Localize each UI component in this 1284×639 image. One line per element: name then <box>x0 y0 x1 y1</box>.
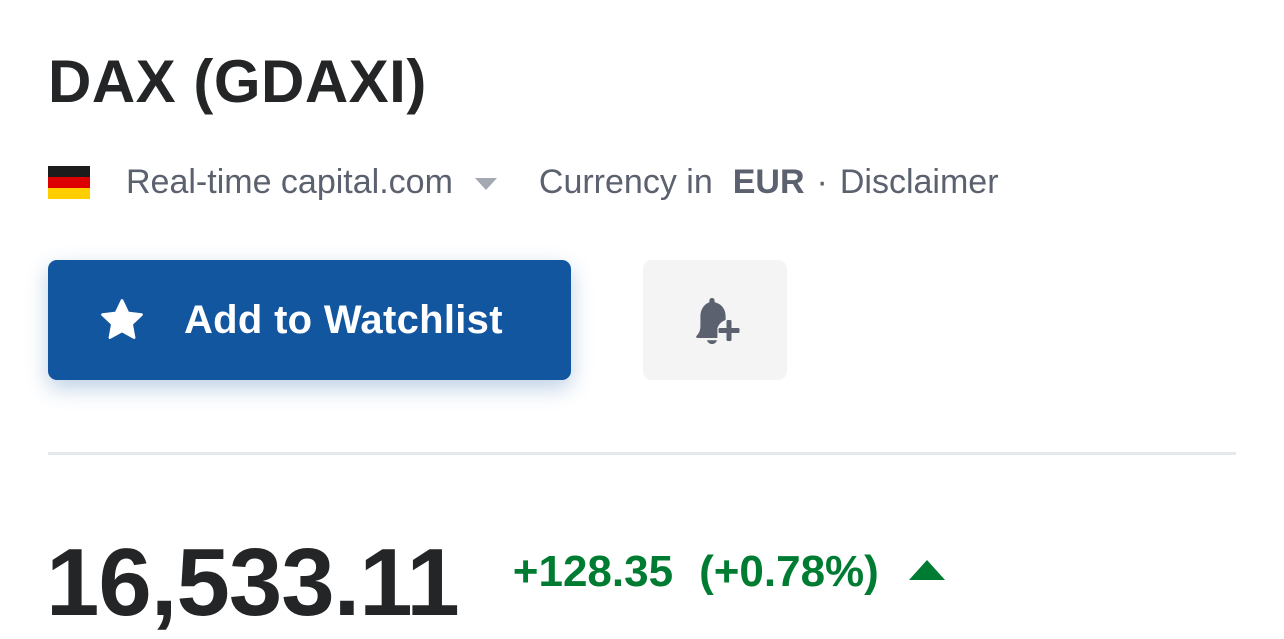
quote-row: 16,533.11 +128.35 (+0.78%) <box>46 528 945 638</box>
price-change: +128.35 <box>512 547 674 596</box>
data-source-dropdown[interactable]: Real-time capital.com <box>126 163 539 202</box>
instrument-header: DAX (GDAXI) Real-time capital.com Curren… <box>0 0 1284 639</box>
page-title: DAX (GDAXI) <box>48 48 427 115</box>
instrument-meta-row: Real-time capital.com Currency in EUR · … <box>48 158 999 206</box>
meta-separator: · <box>816 162 828 201</box>
bell-plus-icon <box>696 298 740 344</box>
watchlist-button-label: Add to Watchlist <box>184 297 503 342</box>
caret-down-icon <box>474 177 497 190</box>
currency-code: EUR <box>732 162 805 201</box>
data-source-label: Real-time capital.com <box>126 162 453 201</box>
create-alert-button[interactable] <box>643 260 787 380</box>
last-price: 16,533.11 <box>46 529 460 636</box>
section-divider <box>48 452 1236 455</box>
add-to-watchlist-button[interactable]: Add to Watchlist <box>48 260 571 380</box>
star-icon <box>101 299 143 339</box>
price-change-percent: (+0.78%) <box>699 547 879 596</box>
germany-flag-icon <box>48 165 90 199</box>
currency-prefix: Currency in <box>538 162 713 201</box>
arrow-up-icon <box>908 560 945 580</box>
disclaimer-link[interactable]: Disclaimer <box>840 163 999 202</box>
